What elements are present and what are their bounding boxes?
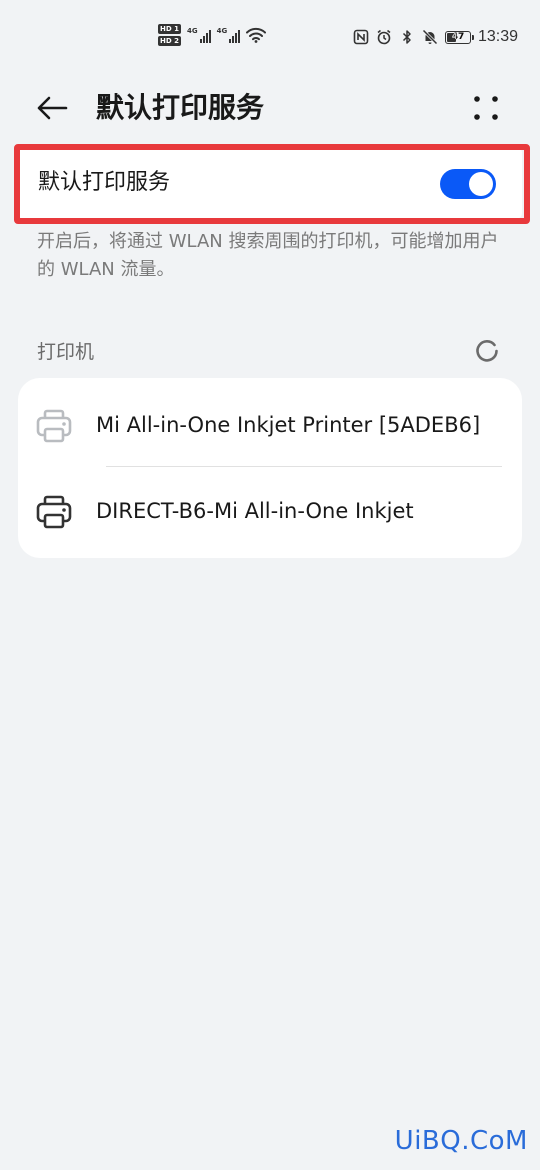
service-description: 开启后，将通过 WLAN 搜索周围的打印机，可能增加用户的 WLAN 流量。 <box>37 231 499 280</box>
watermark-text: UiBQ.CoM <box>394 1126 528 1156</box>
mute-icon <box>422 29 438 45</box>
nfc-icon <box>353 29 369 45</box>
hd-sim2-badge: HD 2 <box>158 36 181 46</box>
status-bar: HD 1 HD 2 4G 4G 47 13:39 <box>0 0 540 72</box>
default-print-service-label: 默认打印服务 <box>38 170 171 195</box>
battery-icon: 47 <box>444 30 474 44</box>
arrow-left-icon <box>37 96 68 120</box>
back-button[interactable] <box>30 88 74 128</box>
status-bar-right: 47 13:39 <box>353 28 518 46</box>
signal-sim2-icon: 4G <box>217 27 241 43</box>
wifi-icon <box>246 27 267 43</box>
more-dots-icon <box>474 96 498 120</box>
bluetooth-icon <box>402 30 411 44</box>
printer-item[interactable]: DIRECT-B6-Mi All-in-One Inkjet <box>18 468 522 554</box>
printers-section-title: 打印机 <box>37 341 95 363</box>
default-print-service-switch[interactable] <box>440 169 496 199</box>
printer-list: Mi All-in-One Inkjet Printer [5ADEB6] DI… <box>18 378 522 558</box>
printer-name: Mi All-in-One Inkjet Printer [5ADEB6] <box>96 413 481 437</box>
title-bar: 默认打印服务 <box>0 76 540 140</box>
printer-name: DIRECT-B6-Mi All-in-One Inkjet <box>96 499 414 523</box>
hd-sim1-badge: HD 1 <box>158 24 181 34</box>
signal-sim1-icon: 4G <box>187 27 211 43</box>
printer-icon <box>36 495 72 529</box>
switch-knob <box>469 172 493 196</box>
status-bar-left: HD 1 HD 2 4G 4G <box>158 24 267 46</box>
network-type-sim2: 4G <box>216 27 228 35</box>
status-time: 13:39 <box>477 28 518 45</box>
battery-level-text: 47 <box>451 32 465 42</box>
alarm-icon <box>377 29 391 45</box>
network-type-sim1: 4G <box>186 27 198 35</box>
printer-item[interactable]: Mi All-in-One Inkjet Printer [5ADEB6] <box>18 382 522 468</box>
hd-indicators: HD 1 HD 2 <box>158 24 181 46</box>
page-title: 默认打印服务 <box>96 91 265 124</box>
list-divider <box>106 466 502 467</box>
default-print-service-row[interactable]: 默认打印服务 <box>18 147 522 219</box>
printer-icon <box>36 409 72 443</box>
loading-spinner-icon <box>476 340 498 362</box>
more-options-button[interactable] <box>464 90 508 126</box>
